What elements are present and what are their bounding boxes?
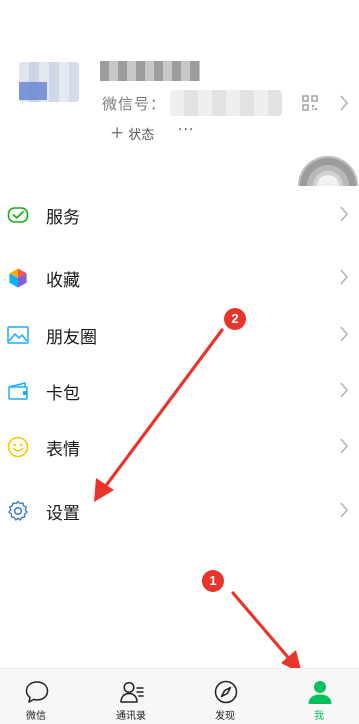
bottom-tab-bar: 微信 通讯录 发现 我: [0, 668, 359, 724]
wechat-id-redacted: [170, 90, 282, 116]
chevron-right-icon[interactable]: [338, 93, 350, 113]
tab-label: 发现: [215, 711, 235, 722]
add-status-button[interactable]: + 状态: [110, 123, 155, 144]
menu-item-label: 设置: [46, 504, 80, 524]
plus-icon: +: [110, 123, 125, 143]
tab-discover[interactable]: 发现: [195, 669, 255, 724]
tab-label: 微信: [26, 711, 46, 722]
avatar[interactable]: [19, 62, 79, 102]
discover-icon: [214, 680, 238, 704]
annotation-badge-1: 1: [202, 570, 224, 592]
menu-item-label: 朋友圈: [46, 328, 97, 348]
tab-label: 我: [314, 711, 324, 722]
moments-icon: [7, 326, 29, 344]
tab-chats[interactable]: 微信: [6, 669, 66, 724]
menu-item-favorites[interactable]: 收藏: [0, 249, 359, 305]
chat-icon: [25, 681, 49, 703]
menu-item-stickers[interactable]: 表情: [0, 418, 359, 474]
qr-code-icon[interactable]: [302, 95, 318, 111]
chevron-right-icon: [340, 269, 348, 285]
nickname-redacted: [100, 61, 200, 81]
settings-icon: [8, 500, 28, 521]
sticker-icon: [7, 436, 29, 458]
chevron-right-icon: [340, 382, 348, 398]
me-icon: [308, 681, 332, 704]
menu-item-service[interactable]: 服务: [0, 186, 359, 242]
service-icon: [7, 207, 29, 223]
chevron-right-icon: [340, 438, 348, 454]
menu-item-settings[interactable]: 设置: [0, 482, 359, 538]
chevron-right-icon: [340, 326, 348, 342]
menu-item-moments[interactable]: 朋友圈: [0, 306, 359, 362]
menu-item-card-wallet[interactable]: 卡包: [0, 362, 359, 418]
menu-item-label: 服务: [46, 208, 80, 228]
menu-item-label: 收藏: [46, 271, 80, 291]
chevron-right-icon: [340, 502, 348, 518]
favorites-icon: [8, 267, 28, 289]
tab-contacts[interactable]: 通讯录: [101, 669, 161, 724]
menu-item-label: 表情: [46, 440, 80, 460]
card-wallet-icon: [8, 382, 28, 400]
tab-label: 通讯录: [116, 711, 146, 722]
menu-item-label: 卡包: [46, 384, 80, 404]
more-options-button[interactable]: ···: [178, 122, 194, 138]
status-label: 状态: [128, 128, 155, 143]
annotation-arrow-1: [231, 591, 302, 674]
chevron-right-icon: [340, 206, 348, 222]
annotation-badge-2: 2: [224, 308, 246, 330]
wechat-id-label: 微信号：: [102, 95, 167, 113]
contacts-icon: [120, 681, 144, 703]
profile-header[interactable]: 微信号： + 状态 ···: [0, 0, 359, 178]
tab-me[interactable]: 我: [289, 669, 349, 724]
